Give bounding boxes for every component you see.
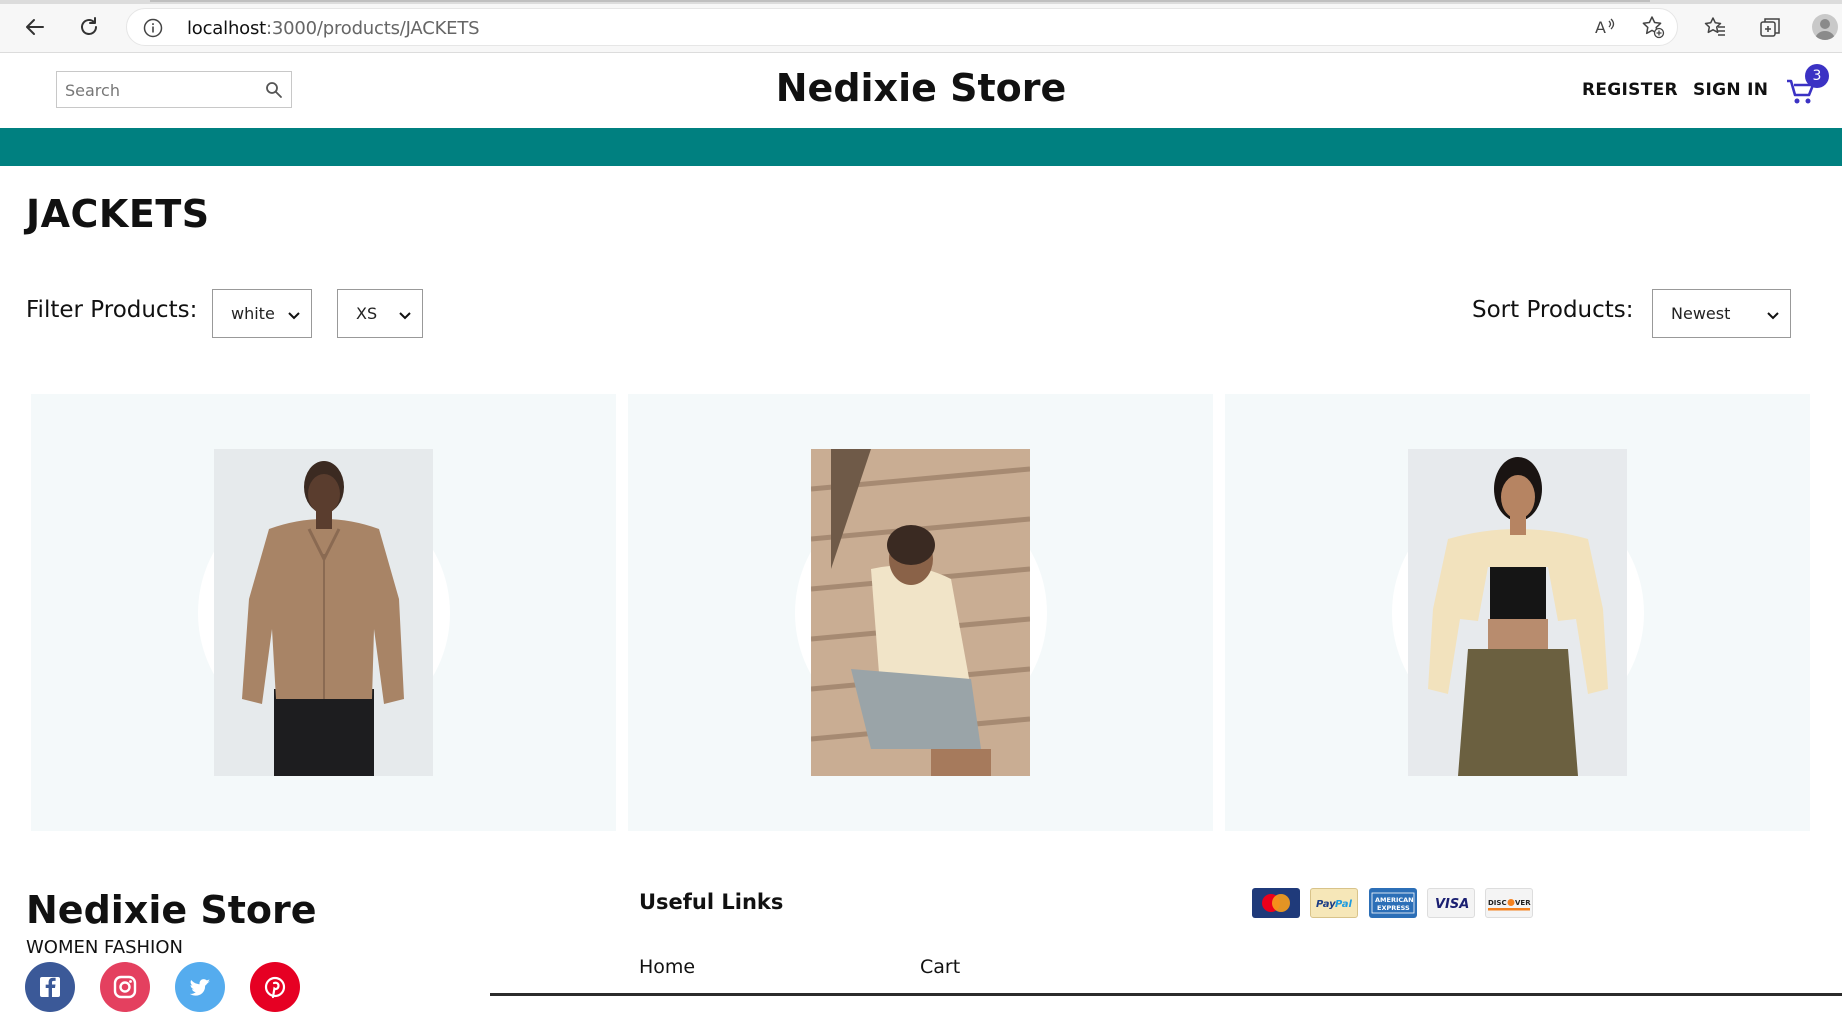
paypal-icon: Pay Pal <box>1310 888 1358 918</box>
site-info-icon[interactable] <box>143 18 163 38</box>
svg-text:EXPRESS: EXPRESS <box>1377 904 1410 912</box>
sort-value: Newest <box>1671 304 1731 323</box>
url-host: localhost <box>187 18 266 39</box>
visa-icon: VISA <box>1427 888 1475 918</box>
jacket-brown-photo[interactable] <box>214 449 433 776</box>
twitter-icon[interactable] <box>175 962 225 1012</box>
browser-toolbar: localhost:3000/products/JACKETS A <box>0 0 1842 53</box>
svg-text:Pay: Pay <box>1316 899 1336 910</box>
size-filter-select[interactable]: XS <box>337 289 423 338</box>
product-card[interactable] <box>31 394 616 831</box>
footer-logo: Nedixie Store <box>26 888 317 932</box>
chevron-down-icon <box>1766 307 1780 321</box>
sort-label: Sort Products: <box>1472 297 1634 323</box>
color-filter-select[interactable]: white <box>212 289 312 338</box>
svg-text:A: A <box>1595 18 1606 37</box>
footer-link-cart[interactable]: Cart <box>920 956 960 978</box>
jacket-cream-cropped-photo[interactable] <box>1408 449 1627 776</box>
useful-links-title: Useful Links <box>639 890 784 914</box>
signin-link[interactable]: SIGN IN <box>1693 80 1768 100</box>
footer-description: WOMEN FASHION <box>26 937 183 958</box>
footer-link-home[interactable]: Home <box>639 956 695 978</box>
profile-avatar-icon[interactable] <box>1812 14 1838 40</box>
svg-text:Pal: Pal <box>1335 899 1352 910</box>
collections-icon[interactable] <box>1757 14 1783 40</box>
chevron-down-icon <box>287 307 301 321</box>
site-logo[interactable]: Nedixie Store <box>0 66 1842 110</box>
svg-text:DISC: DISC <box>1488 899 1507 907</box>
product-card[interactable] <box>1225 394 1810 831</box>
svg-text:VER: VER <box>1515 899 1531 907</box>
url-path: :3000/products/JACKETS <box>266 18 480 39</box>
pinterest-icon[interactable] <box>250 962 300 1012</box>
product-card[interactable] <box>628 394 1213 831</box>
american-express-icon: AMERICAN EXPRESS <box>1369 888 1417 918</box>
svg-text:AMERICAN: AMERICAN <box>1375 896 1414 904</box>
url-text: localhost:3000/products/JACKETS <box>187 18 480 39</box>
discover-icon: DISC VER <box>1485 888 1533 918</box>
size-filter-value: XS <box>356 304 378 323</box>
instagram-icon[interactable] <box>100 962 150 1012</box>
page-title: JACKETS <box>26 192 210 236</box>
add-favorite-icon[interactable] <box>1640 14 1666 40</box>
address-bar[interactable]: localhost:3000/products/JACKETS <box>126 8 1678 46</box>
mastercard-icon <box>1252 888 1300 918</box>
tab-strip-edge <box>0 0 1842 4</box>
filter-label: Filter Products: <box>26 297 198 323</box>
cart-count-badge: 3 <box>1805 64 1829 88</box>
jacket-cream-stairs-photo[interactable] <box>811 449 1030 776</box>
svg-text:VISA: VISA <box>1435 897 1469 912</box>
sort-select[interactable]: Newest <box>1652 289 1791 338</box>
read-aloud-icon[interactable]: A <box>1593 14 1619 40</box>
reload-icon[interactable] <box>74 12 104 42</box>
back-arrow-icon[interactable] <box>20 12 50 42</box>
announcement-bar <box>0 128 1842 166</box>
favorites-icon[interactable] <box>1702 14 1728 40</box>
color-filter-value: white <box>231 304 275 323</box>
chevron-down-icon <box>398 307 412 321</box>
facebook-icon[interactable] <box>25 962 75 1012</box>
register-link[interactable]: REGISTER <box>1582 80 1678 100</box>
